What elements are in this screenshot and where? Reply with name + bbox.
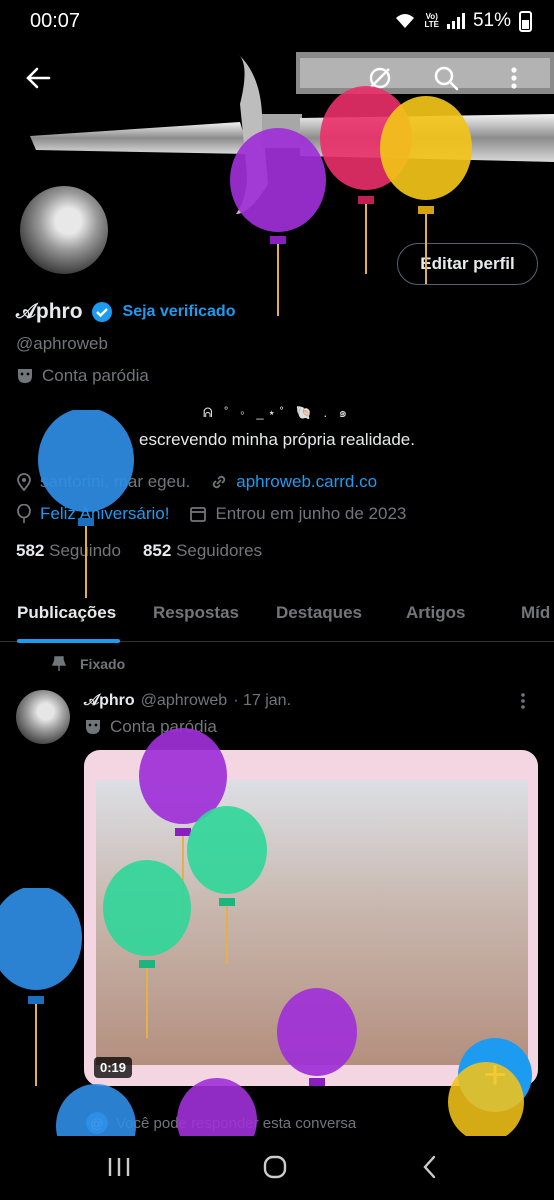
profile-avatar[interactable] bbox=[16, 182, 112, 278]
birthday-link[interactable]: Feliz Aniversário! bbox=[40, 504, 169, 524]
recent-apps-button[interactable] bbox=[106, 1154, 132, 1185]
display-name: 𝒜phro bbox=[16, 300, 83, 323]
more-options-button[interactable] bbox=[494, 58, 534, 98]
plus-icon: + bbox=[483, 1052, 507, 1097]
post-author-name[interactable]: 𝒜phro bbox=[84, 692, 135, 710]
following-label: Seguindo bbox=[49, 541, 121, 560]
home-icon bbox=[263, 1155, 287, 1179]
birthday-joined-row: Feliz Aniversário! Entrou em junho de 20… bbox=[16, 504, 406, 524]
wifi-icon bbox=[396, 14, 415, 28]
system-back-button[interactable] bbox=[420, 1154, 440, 1185]
grok-icon bbox=[369, 67, 391, 89]
pinned-indicator: Fixado bbox=[52, 656, 125, 672]
search-icon bbox=[434, 66, 459, 91]
system-navigation-bar bbox=[0, 1136, 554, 1200]
compose-post-button[interactable]: + bbox=[458, 1038, 532, 1112]
post-video[interactable]: 0:19 bbox=[84, 750, 538, 1086]
post-author-handle: @aphroweb bbox=[140, 692, 228, 709]
lte-label: LTE bbox=[424, 20, 439, 29]
pinned-label: Fixado bbox=[80, 656, 126, 672]
pin-icon bbox=[52, 656, 66, 671]
profile-bio: escrevendo minha própria realidade. bbox=[139, 430, 415, 449]
location-website-row: santorini, mar egeu. aphroweb.carrd.co bbox=[16, 472, 377, 492]
back-button[interactable] bbox=[18, 58, 58, 98]
tab-destaques[interactable]: Destaques bbox=[276, 603, 362, 623]
grok-button[interactable] bbox=[360, 58, 400, 98]
status-time: 00:07 bbox=[30, 10, 81, 32]
profile-tabs: Publicações Respostas Destaques Artigos … bbox=[0, 584, 554, 643]
tab-midia[interactable]: Míd bbox=[521, 603, 550, 623]
status-bar: 00:07 Vo) LTE 51% bbox=[0, 0, 554, 44]
link-icon bbox=[213, 475, 226, 489]
post-author-avatar[interactable] bbox=[16, 690, 70, 744]
followers-label: Seguidores bbox=[176, 541, 263, 560]
tab-artigos[interactable]: Artigos bbox=[406, 603, 466, 623]
parody-label-row: Conta paródia bbox=[16, 366, 149, 386]
profile-handle: @aphroweb bbox=[16, 334, 108, 353]
video-frame-right bbox=[308, 780, 528, 1065]
battery-icon bbox=[519, 10, 532, 32]
profile-location: santorini, mar egeu. bbox=[40, 472, 191, 491]
more-vertical-icon bbox=[521, 693, 525, 709]
followers-count: 852 bbox=[142, 541, 172, 560]
active-tab-indicator bbox=[17, 639, 120, 643]
post-parody-label: Conta paródia bbox=[110, 717, 217, 736]
balloon-blue-media bbox=[0, 888, 82, 1086]
at-icon: @ bbox=[86, 1112, 108, 1134]
tab-publicacoes[interactable]: Publicações bbox=[17, 603, 116, 623]
get-verified-link[interactable]: Seja verificado bbox=[123, 303, 236, 321]
recent-apps-icon bbox=[108, 1158, 130, 1176]
battery-percent: 51% bbox=[472, 10, 511, 31]
tab-respostas[interactable]: Respostas bbox=[153, 603, 239, 623]
calendar-icon bbox=[190, 507, 207, 522]
joined-date: Entrou em junho de 2023 bbox=[215, 504, 407, 523]
bio-decoration: ᕱ ˚ ◦ _⋆˚ 🐚 . ๑ bbox=[202, 405, 351, 420]
chevron-left-icon bbox=[423, 1155, 436, 1179]
followers-stat[interactable]: 852 Seguidores bbox=[143, 541, 262, 561]
profile-website-link[interactable]: aphroweb.carrd.co bbox=[236, 472, 377, 492]
arrow-left-icon bbox=[26, 67, 51, 89]
location-pin-icon bbox=[17, 473, 31, 491]
theater-mask-icon bbox=[86, 720, 100, 734]
post-header: 𝒜phro @aphroweb · 17 jan. bbox=[84, 692, 291, 710]
more-vertical-icon bbox=[511, 67, 517, 89]
profile-name-row: 𝒜phro Seja verificado bbox=[16, 300, 235, 324]
search-button[interactable] bbox=[426, 58, 466, 98]
edit-profile-button[interactable]: Editar perfil bbox=[397, 243, 538, 285]
verified-badge-icon[interactable] bbox=[91, 301, 113, 323]
following-count: 582 bbox=[16, 541, 45, 560]
following-stat[interactable]: 582 Seguindo bbox=[16, 541, 121, 561]
theater-mask-icon bbox=[18, 369, 32, 383]
parody-label: Conta paródia bbox=[42, 366, 149, 385]
video-frame-left bbox=[96, 780, 316, 1065]
post-parody-row: Conta paródia bbox=[84, 717, 217, 737]
balloon-icon bbox=[17, 504, 31, 523]
volte-indicator: Vo) LTE bbox=[424, 13, 439, 29]
reply-restriction-note: @ Você pode responder esta conversa bbox=[86, 1112, 356, 1134]
post-more-button[interactable] bbox=[520, 692, 526, 715]
video-duration: 0:19 bbox=[94, 1057, 133, 1078]
post-date: · 17 jan. bbox=[233, 692, 292, 709]
follow-stats: 582 Seguindo 852 Seguidores bbox=[16, 541, 262, 561]
status-icons: Vo) LTE 51% bbox=[394, 10, 532, 32]
reply-restriction-text: Você pode responder esta conversa bbox=[116, 1114, 357, 1132]
signal-icon bbox=[446, 13, 465, 29]
home-button[interactable] bbox=[262, 1154, 288, 1185]
